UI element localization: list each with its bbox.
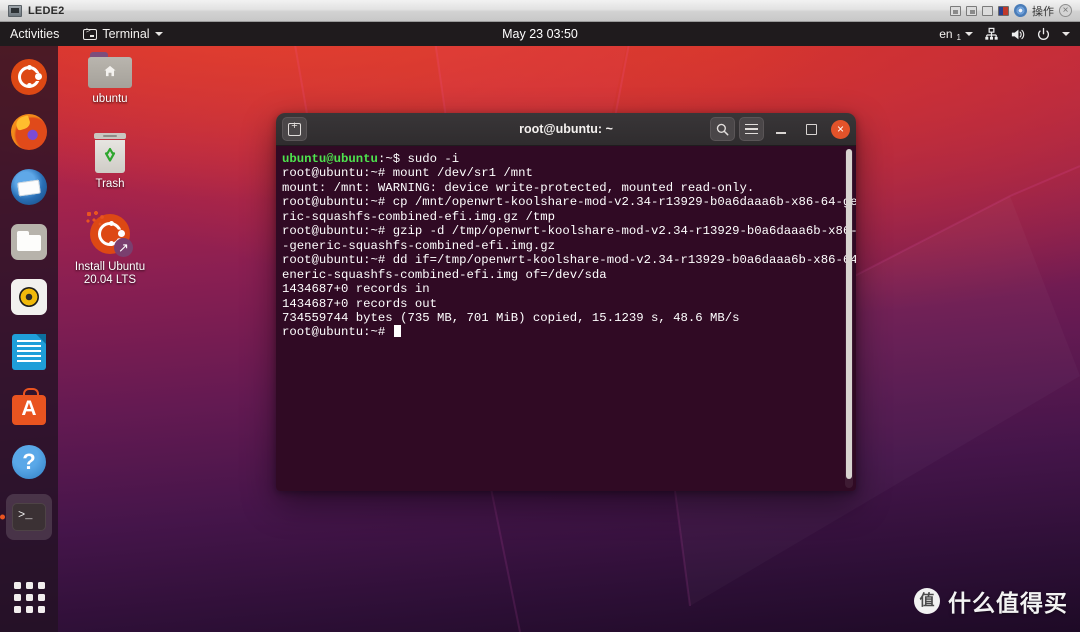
new-tab-icon[interactable] bbox=[282, 117, 307, 141]
keyboard-layout-label: en bbox=[939, 27, 953, 41]
terminal-line: 734559744 bytes (735 MB, 701 MiB) copied… bbox=[282, 310, 740, 325]
dock-item-ubuntu-logo[interactable] bbox=[6, 54, 52, 100]
terminal-prompt-user: ubuntu@ubuntu bbox=[282, 152, 378, 166]
desktop-icon-label: Trash bbox=[95, 178, 125, 190]
chevron-down-icon bbox=[154, 32, 163, 36]
trash-icon bbox=[92, 133, 128, 173]
terminal-output: ubuntu@ubuntu:~$ sudo -i root@ubuntu:~# m… bbox=[280, 152, 856, 340]
terminal-window[interactable]: root@ubuntu: ~ × ubuntu@ubuntu:~$ sudo -… bbox=[276, 113, 856, 491]
terminal-icon bbox=[83, 27, 98, 40]
terminal-cursor bbox=[393, 325, 401, 338]
terminal-line: ric-squashfs-combined-efi.img.gz /tmp bbox=[282, 209, 556, 224]
chevron-down-icon bbox=[965, 32, 973, 36]
vm-action-menu[interactable]: 操作 bbox=[1032, 3, 1054, 19]
desktop-icon-label: Install Ubuntu bbox=[74, 261, 146, 273]
vm-screen-icon bbox=[8, 4, 22, 17]
terminal-body[interactable]: ubuntu@ubuntu:~$ sudo -i root@ubuntu:~# m… bbox=[276, 146, 856, 491]
screen: LEDE2 操作 × Activities Terminal May 23 03… bbox=[0, 0, 1080, 632]
keyboard-layout-sub: 1 bbox=[956, 32, 961, 42]
ubuntu-dock bbox=[0, 46, 58, 632]
vm-window-title: LEDE2 bbox=[28, 4, 65, 17]
close-icon[interactable]: × bbox=[1059, 4, 1072, 17]
vm-titlebar-controls: 操作 × bbox=[950, 3, 1076, 19]
keyboard-layout-indicator[interactable]: en 1 bbox=[939, 27, 973, 42]
terminal-prompt-rest: :~$ sudo -i bbox=[377, 152, 460, 166]
terminal-line: 1434687+0 records in bbox=[282, 282, 430, 297]
hamburger-menu-icon[interactable] bbox=[739, 117, 764, 141]
activities-button[interactable]: Activities bbox=[0, 27, 67, 41]
terminal-line: mount: /mnt: WARNING: device write-prote… bbox=[282, 180, 755, 195]
system-tray: en 1 bbox=[939, 27, 1080, 42]
gnome-top-bar: Activities Terminal May 23 03:50 en1 bbox=[0, 22, 1080, 46]
keyboard-flag-icon[interactable] bbox=[998, 5, 1009, 16]
folder-home-icon bbox=[88, 52, 132, 88]
terminal-window-controls: × bbox=[710, 116, 850, 142]
app-menu-label: Terminal bbox=[102, 27, 150, 41]
dock-item-help[interactable] bbox=[6, 439, 52, 485]
terminal-line: root@ubuntu:~# dd if=/tmp/openwrt-koolsh… bbox=[282, 253, 856, 268]
chevron-down-icon[interactable] bbox=[1062, 32, 1070, 36]
dock-item-libreoffice-writer[interactable] bbox=[6, 329, 52, 375]
dock-item-thunderbird[interactable] bbox=[6, 164, 52, 210]
network-wired-icon[interactable] bbox=[984, 27, 999, 42]
dock-item-terminal[interactable] bbox=[6, 494, 52, 540]
window-restore-icon[interactable] bbox=[950, 5, 961, 16]
terminal-line: -generic-squashfs-combined-efi.img.gz bbox=[282, 238, 556, 253]
dock-item-ubuntu-software[interactable] bbox=[6, 384, 52, 430]
power-icon[interactable] bbox=[1036, 27, 1051, 42]
ubuntu-installer-icon bbox=[86, 211, 133, 257]
close-button[interactable]: × bbox=[831, 119, 850, 139]
home-glyph bbox=[104, 65, 116, 77]
vm-window-titlebar: LEDE2 操作 × bbox=[0, 0, 1080, 22]
terminal-line: eneric-squashfs-combined-efi.img of=/dev… bbox=[282, 267, 607, 282]
volume-icon[interactable] bbox=[1010, 27, 1025, 42]
terminal-titlebar[interactable]: root@ubuntu: ~ × bbox=[276, 113, 856, 146]
gear-icon[interactable] bbox=[1014, 4, 1027, 17]
terminal-line: 1434687+0 records out bbox=[282, 296, 437, 311]
terminal-line: root@ubuntu:~# bbox=[282, 325, 846, 339]
watermark-badge: 值 bbox=[914, 588, 940, 614]
desktop-icon-label: ubuntu bbox=[92, 93, 128, 105]
desktop-icon-install-ubuntu[interactable]: Install Ubuntu 20.04 LTS bbox=[62, 211, 158, 287]
terminal-line: root@ubuntu:~# mount /dev/sr1 /mnt bbox=[282, 166, 533, 181]
terminal-line: root@ubuntu:~# gzip -d /tmp/openwrt-kool… bbox=[282, 224, 856, 239]
app-menu-terminal[interactable]: Terminal bbox=[83, 27, 163, 41]
dock-item-rhythmbox[interactable] bbox=[6, 274, 52, 320]
search-icon[interactable] bbox=[710, 117, 735, 141]
terminal-line: root@ubuntu:~# cp /mnt/openwrt-koolshare… bbox=[282, 195, 856, 210]
show-applications-button[interactable] bbox=[8, 576, 50, 618]
minimize-button[interactable] bbox=[768, 116, 794, 142]
dock-item-files[interactable] bbox=[6, 219, 52, 265]
desktop-icon-trash[interactable]: Trash bbox=[62, 133, 158, 191]
desktop-icon-home-folder[interactable]: ubuntu bbox=[62, 52, 158, 106]
maximize-button[interactable] bbox=[798, 116, 824, 142]
desktop-icon-label-line2: 20.04 LTS bbox=[83, 274, 137, 286]
window-fullscreen-icon[interactable] bbox=[982, 5, 993, 16]
watermark: 值 什么值得买 bbox=[914, 584, 1068, 618]
terminal-scrollbar[interactable] bbox=[845, 149, 853, 488]
dock-item-firefox[interactable] bbox=[6, 109, 52, 155]
recycle-glyph bbox=[104, 147, 116, 162]
terminal-line: ubuntu@ubuntu:~$ sudo -i bbox=[282, 152, 846, 166]
window-snapshot-icon[interactable] bbox=[966, 5, 977, 16]
watermark-text: 什么值得买 bbox=[948, 590, 1068, 616]
